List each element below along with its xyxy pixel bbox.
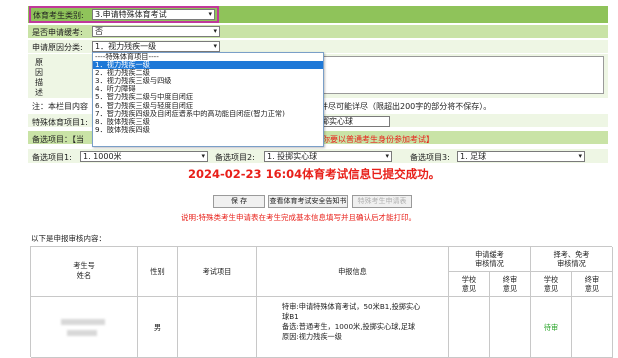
print-instruction: 说明:特殊类考生申请表在考生完成基本信息填写并且确认后才能打印。 <box>181 213 417 222</box>
dropdown-option[interactable]: 3．视力残疾三级与四级 <box>93 77 323 85</box>
header-exam-item-text: 考试项目 <box>202 267 232 276</box>
reason-type-label: 申请原因分类: <box>32 43 83 52</box>
dropdown-option[interactable]: ----特殊体育项目---- <box>93 53 323 61</box>
header-exempt-school-text: 学校 意见 <box>543 275 559 293</box>
declaration-line: 备选:普通考生，1000米,投掷实心球,足球 <box>282 322 416 331</box>
chevron-down-icon: ▾ <box>578 152 582 160</box>
alt3-select-value: 1. 足球 <box>460 152 487 161</box>
dropdown-option[interactable]: 5．智力残疾二级与中度自闭症 <box>93 93 323 101</box>
alt3-select[interactable]: 1. 足球 ▾ <box>457 151 585 162</box>
cell-exempt-final <box>572 297 613 358</box>
header-exam-item: 考试项目 <box>178 247 257 297</box>
declaration-line: 特审:申请特殊体育考试，50米B1,投掷实心 <box>282 302 421 311</box>
alt3-label: 备选项目3: <box>410 153 450 162</box>
dropdown-option-selected[interactable]: 1．视力残疾一级 <box>93 61 323 70</box>
dropdown-option[interactable]: 7．智力残疾四级及自闭症谱系中的高功能自闭症(智力正常) <box>93 110 323 118</box>
retake-label: 是否申请缓考: <box>32 28 83 37</box>
cell-exempt-school: 待审 <box>531 297 572 358</box>
pending-status: 待审 <box>543 323 559 332</box>
category-label: 体育考生类别: <box>33 11 84 20</box>
header-exempt-review: 择考、免考 审核情况 <box>531 247 613 272</box>
chevron-down-icon: ▾ <box>201 152 205 160</box>
header-exempt-final-text: 终审 意见 <box>584 275 600 293</box>
cell-student <box>31 297 138 358</box>
chevron-down-icon: ▾ <box>213 42 217 50</box>
dropdown-option[interactable]: 2．视力残疾二级 <box>93 69 323 77</box>
cell-deferral-final <box>490 297 531 358</box>
reason-type-dropdown-list[interactable]: ----特殊体育项目---- 1．视力残疾一级 2．视力残疾二级 3．视力残疾三… <box>92 52 324 147</box>
header-student-text: 考生号 姓名 <box>73 261 95 280</box>
alt1-select[interactable]: 1. 1000米 ▾ <box>80 151 208 162</box>
save-button[interactable]: 保 存 <box>213 195 265 208</box>
alt-header-prefix: 备选项目：【当 <box>32 135 84 144</box>
header-deferral-school: 学校 意见 <box>449 272 490 297</box>
alt2-label: 备选项目2: <box>215 153 255 162</box>
category-select-value: 3.申请特殊体育考试 <box>95 10 167 19</box>
dropdown-option[interactable]: 8．肢体残疾三级 <box>93 118 323 126</box>
header-deferral-final: 终审 意见 <box>490 272 531 297</box>
review-section-title: 以下是申报审核内容： <box>31 234 106 243</box>
reason-type-select[interactable]: 1．视力残疾一级 ▾ <box>92 41 220 52</box>
cell-declaration: 特审:申请特殊体育考试，50米B1,投掷实心 球B1 备选:普通考生，1000米… <box>257 297 449 358</box>
alt2-select[interactable]: 1. 投掷实心球 ▾ <box>264 151 392 162</box>
category-select[interactable]: 3.申请特殊体育考试 ▾ <box>92 9 215 20</box>
note-suffix: 并尽可能详尽（限超出200字的部分将不保存）。 <box>320 102 492 111</box>
header-deferral-final-text: 终审 意见 <box>502 275 518 293</box>
chevron-down-icon: ▾ <box>208 10 212 18</box>
retake-select-value: 否 <box>95 27 103 36</box>
cell-gender-text: 男 <box>153 323 162 332</box>
declaration-line: 球B1 <box>282 312 299 321</box>
chevron-down-icon: ▾ <box>213 27 217 35</box>
dropdown-option[interactable]: 6．智力残疾三级与轻度自闭症 <box>93 102 323 110</box>
header-gender-text: 性别 <box>150 267 165 276</box>
header-deferral-review-text: 申请缓考 审核情况 <box>475 250 504 268</box>
alt1-select-value: 1. 1000米 <box>83 152 122 161</box>
cell-gender: 男 <box>138 297 178 358</box>
header-deferral-school-text: 学校 意见 <box>461 275 477 293</box>
cell-deferral-school <box>449 297 490 358</box>
review-table: 考生号 姓名 性别 考试项目 申报信息 申请缓考 审核情况 择考、免考 审核情况… <box>30 246 613 358</box>
submitted-message: 2024-02-23 16:04体育考试信息已提交成功。 <box>188 167 441 181</box>
header-exempt-school: 学校 意见 <box>531 272 572 297</box>
note-prefix: 注：本栏目内容 <box>32 102 88 111</box>
alt2-select-value: 1. 投掷实心球 <box>267 152 318 161</box>
reason-type-select-value: 1．视力残疾一级 <box>95 42 157 51</box>
student-name-redacted <box>67 330 97 336</box>
header-deferral-review: 申请缓考 审核情况 <box>449 247 531 272</box>
alt-header-suffix: 你要以普通考生身份参加考试】 <box>322 135 434 144</box>
reason-detail-label-4: 述 <box>35 88 43 97</box>
alt1-label: 备选项目1: <box>32 153 72 162</box>
declaration-line: 原因:视力残疾一级 <box>282 332 342 341</box>
view-safety-notice-button[interactable]: 查看体育考试安全告知书 <box>268 195 348 208</box>
header-exempt-review-text: 择考、免考 审核情况 <box>553 250 590 268</box>
dropdown-option[interactable]: 4．听力障碍 <box>93 85 323 93</box>
cell-exam-item <box>178 297 257 358</box>
chevron-down-icon: ▾ <box>385 152 389 160</box>
header-gender: 性别 <box>138 247 178 297</box>
print-special-form-button[interactable]: 特殊考生申请表 <box>352 195 412 208</box>
retake-select[interactable]: 否 ▾ <box>92 26 220 37</box>
student-id-redacted <box>61 319 105 325</box>
header-declaration-text: 申报信息 <box>338 267 367 276</box>
header-declaration: 申报信息 <box>257 247 449 297</box>
dropdown-option[interactable]: 9．肢体残疾四级 <box>93 126 323 134</box>
special-item-label: 特殊体育项目1: <box>32 118 88 127</box>
header-student: 考生号 姓名 <box>31 247 138 297</box>
header-exempt-final: 终审 意见 <box>572 272 613 297</box>
